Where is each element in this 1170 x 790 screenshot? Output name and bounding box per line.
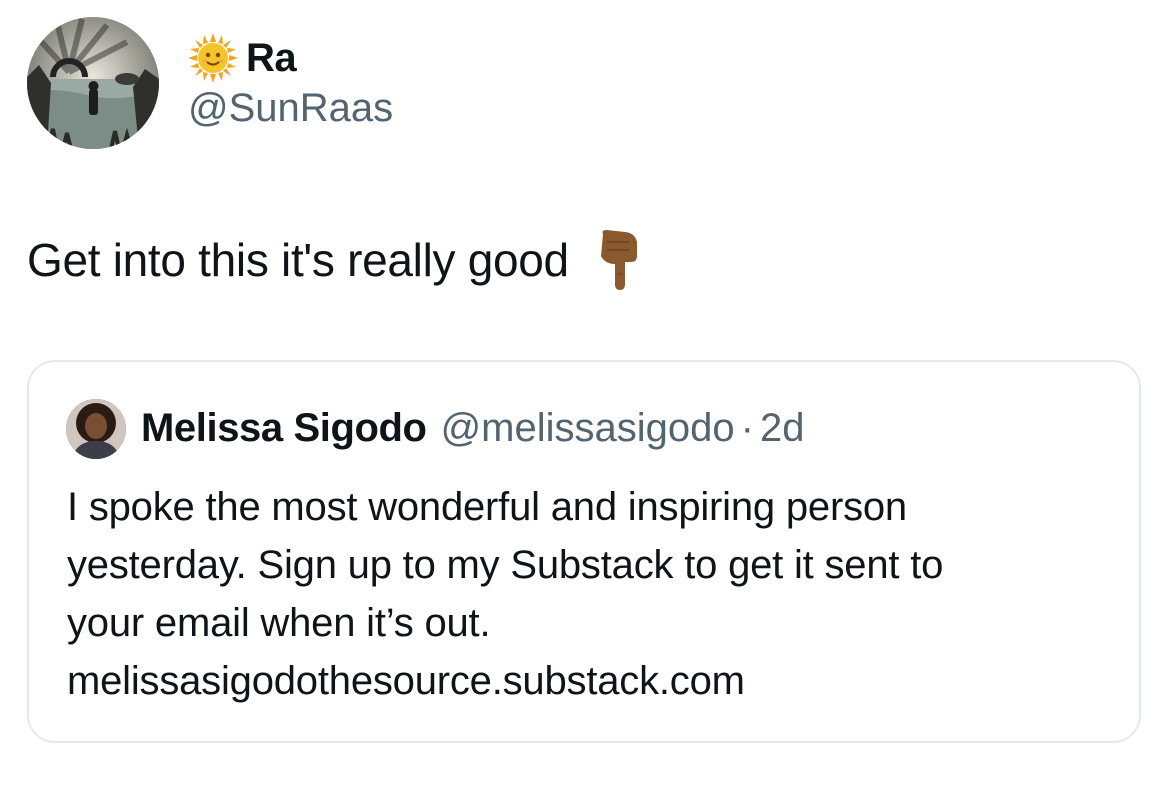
- author-avatar[interactable]: [27, 17, 159, 149]
- author-handle[interactable]: @SunRaas: [188, 86, 393, 131]
- author-avatar-image: [27, 17, 159, 149]
- quoted-author-avatar[interactable]: [66, 399, 126, 459]
- backhand-index-pointing-down-icon: [595, 228, 645, 292]
- sun-with-face-icon: [188, 33, 238, 83]
- quoted-tweet-link[interactable]: melissasigodothesource.substack.com: [67, 652, 1127, 710]
- quoted-tweet-card[interactable]: Melissa Sigodo @melissasigodo · 2d I spo…: [27, 360, 1141, 743]
- quoted-tweet-header: Melissa Sigodo @melissasigodo · 2d: [141, 406, 804, 451]
- quoted-tweet-text: I spoke the most wonderful and inspiring…: [67, 478, 1127, 710]
- separator-dot: ·: [740, 406, 754, 450]
- author-name-row[interactable]: Ra: [188, 30, 297, 86]
- quoted-author-name[interactable]: Melissa Sigodo: [141, 406, 427, 451]
- quoted-tweet-line: I spoke the most wonderful and inspiring…: [67, 485, 907, 529]
- author-display-name: Ra: [246, 35, 297, 80]
- quoted-tweet-line: your email when it’s out.: [67, 601, 491, 645]
- quoted-tweet-line: yesterday. Sign up to my Substack to get…: [67, 543, 944, 587]
- tweet-text: Get into this it's really good: [27, 228, 645, 292]
- quoted-author-handle[interactable]: @melissasigodo: [441, 406, 735, 451]
- quoted-author-avatar-image: [66, 399, 126, 459]
- quoted-tweet-timestamp[interactable]: 2d: [760, 406, 805, 451]
- tweet-body: Get into this it's really good: [27, 234, 569, 286]
